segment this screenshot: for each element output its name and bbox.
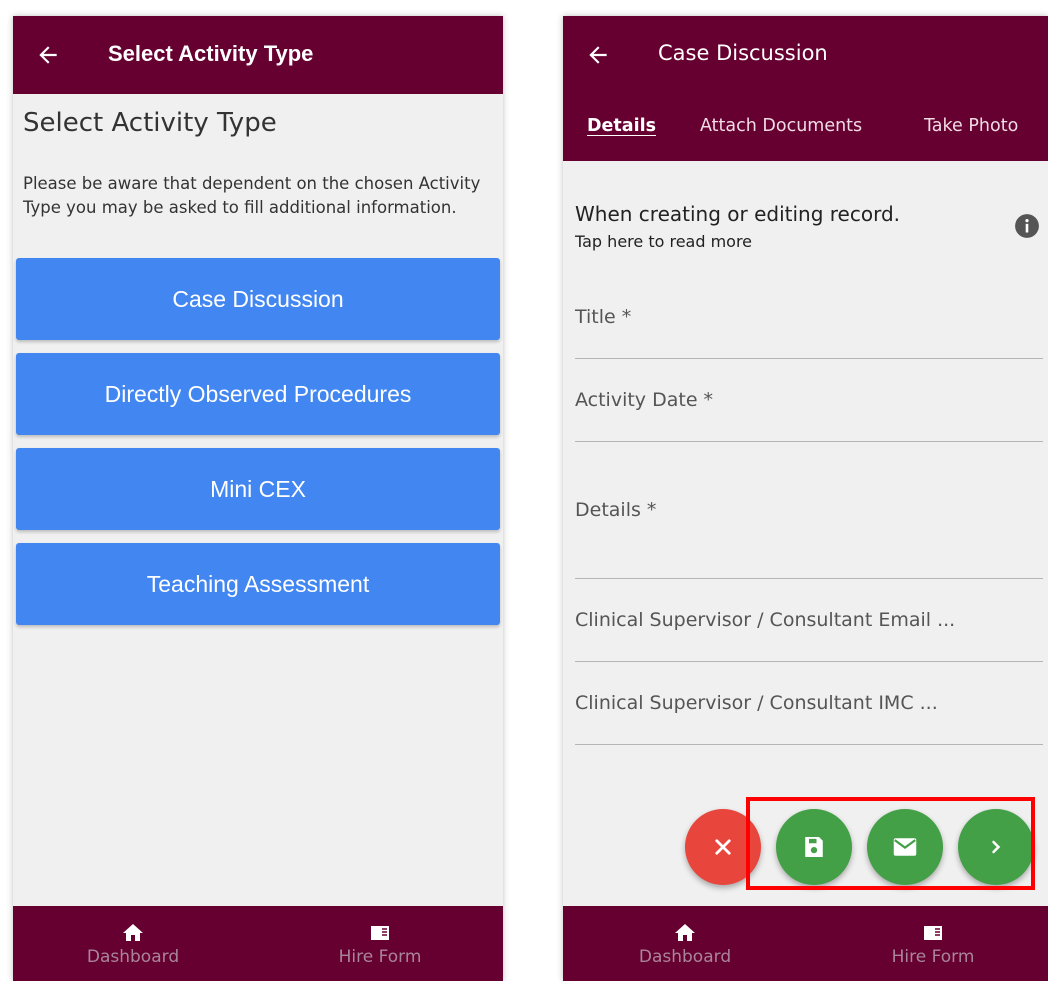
tab-take-photo[interactable]: Take Photo	[924, 116, 1018, 136]
teaching-assessment-button[interactable]: Teaching Assessment	[16, 543, 500, 625]
supervisor-email-field[interactable]: Clinical Supervisor / Consultant Email .…	[575, 581, 1043, 662]
back-arrow-icon[interactable]	[35, 42, 61, 68]
bottom-nav: Dashboard Hire Form	[13, 906, 503, 981]
tab-details[interactable]: Details	[587, 116, 656, 136]
nav-label-dashboard: Dashboard	[638, 947, 732, 967]
actions-highlight-box	[746, 797, 1035, 890]
app-bar: Case Discussion Details Attach Documents…	[563, 16, 1048, 161]
app-bar-title: Case Discussion	[658, 41, 828, 65]
home-icon	[675, 924, 695, 941]
details-field[interactable]: Details *	[575, 444, 1043, 579]
supervisor-imc-field[interactable]: Clinical Supervisor / Consultant IMC ...	[575, 664, 1043, 745]
nav-label-hire-form: Hire Form	[338, 947, 422, 967]
home-icon	[123, 924, 143, 941]
hire-form-icon	[371, 926, 389, 940]
hire-form-icon	[924, 926, 942, 940]
nav-item-dashboard[interactable]: Dashboard	[605, 906, 765, 981]
nav-label-hire-form: Hire Form	[891, 947, 975, 967]
app-bar: Select Activity Type	[13, 16, 503, 94]
notice-text: Please be aware that dependent on the ch…	[23, 174, 481, 217]
tab-bar: Details Attach Documents Take Photo	[563, 116, 1048, 146]
close-icon	[715, 839, 731, 855]
supervisor-email-field-label: Clinical Supervisor / Consultant Email .…	[575, 609, 956, 631]
select-activity-screen: Select Activity Type Select Activity Typ…	[13, 16, 503, 981]
nav-item-hire-form[interactable]: Hire Form	[853, 906, 1013, 981]
details-field-label: Details *	[575, 499, 657, 521]
nav-label-dashboard: Dashboard	[86, 947, 180, 967]
nav-item-dashboard[interactable]: Dashboard	[53, 906, 213, 981]
title-field-label: Title *	[575, 306, 632, 328]
page-heading: Select Activity Type	[23, 108, 277, 138]
mini-cex-button[interactable]: Mini CEX	[16, 448, 500, 530]
activity-date-field-label: Activity Date *	[575, 389, 714, 411]
info-read-more[interactable]: Tap here to read more	[575, 232, 752, 251]
tab-attach-documents[interactable]: Attach Documents	[700, 116, 862, 136]
case-discussion-button[interactable]: Case Discussion	[16, 258, 500, 340]
info-title: When creating or editing record.	[575, 202, 900, 226]
nav-item-hire-form[interactable]: Hire Form	[300, 906, 460, 981]
activity-date-field[interactable]: Activity Date *	[575, 361, 1043, 442]
app-bar-title: Select Activity Type	[108, 41, 314, 66]
back-arrow-icon[interactable]	[585, 42, 611, 68]
info-icon[interactable]	[1014, 213, 1040, 239]
directly-observed-procedures-button[interactable]: Directly Observed Procedures	[16, 353, 500, 435]
supervisor-imc-field-label: Clinical Supervisor / Consultant IMC ...	[575, 692, 938, 714]
title-field[interactable]: Title *	[575, 281, 1043, 359]
bottom-nav: Dashboard Hire Form	[563, 906, 1048, 981]
